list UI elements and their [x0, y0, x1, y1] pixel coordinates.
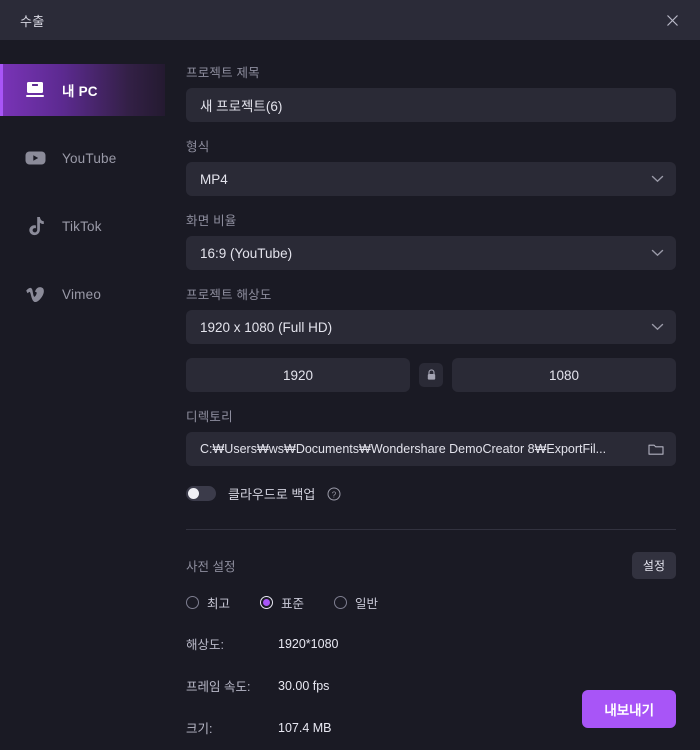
format-label: 형식 — [186, 140, 210, 154]
project-title-input[interactable]: 새 프로젝트(6) — [186, 88, 676, 122]
sidebar-item-label: Vimeo — [62, 286, 102, 302]
chevron-down-icon — [651, 175, 664, 183]
dimensions-row: 1920 1080 — [186, 358, 676, 392]
project-resolution-select[interactable]: 1920 x 1080 (Full HD) — [186, 310, 676, 344]
preset-option-label: 표준 — [281, 597, 305, 611]
section-divider — [186, 529, 676, 530]
radio-icon — [334, 596, 348, 609]
directory-label: 디렉토리 — [186, 410, 233, 424]
svg-text:?: ? — [332, 490, 337, 499]
sidebar-item-my-pc[interactable]: 내 PC — [0, 64, 165, 116]
info-key: 크기: — [186, 722, 213, 736]
preset-option-label: 일반 — [355, 597, 379, 611]
dialog-title: 수출 — [20, 13, 45, 29]
info-value: 107.4 MB — [278, 720, 332, 735]
youtube-icon — [24, 147, 46, 169]
lock-icon[interactable] — [419, 363, 443, 387]
preset-option-normal[interactable]: 일반 — [334, 593, 378, 612]
directory-field[interactable]: C:₩Users₩ws₩Documents₩Wondershare DemoCr… — [186, 432, 676, 466]
info-key: 프레임 속도: — [186, 680, 251, 694]
vimeo-icon — [24, 283, 46, 305]
sidebar-item-label: 내 PC — [62, 84, 98, 99]
titlebar: 수출 — [0, 0, 700, 40]
monitor-icon — [24, 79, 46, 101]
width-input[interactable]: 1920 — [186, 358, 410, 392]
aspect-ratio-value: 16:9 (YouTube) — [200, 245, 293, 261]
aspect-ratio-label: 화면 비율 — [186, 214, 237, 228]
preset-option-best[interactable]: 최고 — [186, 593, 230, 612]
directory-path: C:₩Users₩ws₩Documents₩Wondershare DemoCr… — [200, 442, 607, 456]
export-form: 프로젝트 제목 새 프로젝트(6) 형식 MP4 화면 비율 16:9 (You… — [165, 40, 700, 750]
sidebar-item-tiktok[interactable]: TikTok — [0, 200, 165, 252]
info-value: 1920*1080 — [278, 636, 339, 651]
radio-icon — [186, 596, 199, 609]
export-dialog: 수출 내 PC YouTube TikTok Vimeo 프로젝트 제목 새 프… — [0, 0, 700, 750]
project-title-label: 프로젝트 제목 — [186, 66, 260, 80]
cloud-backup-row: 클라우드로 백업 ? — [186, 484, 676, 503]
preset-radio-group: 최고 표준 일반 — [186, 593, 676, 612]
close-icon[interactable] — [658, 6, 686, 34]
chevron-down-icon — [651, 249, 664, 257]
radio-icon-selected — [260, 596, 274, 609]
cloud-backup-toggle[interactable] — [186, 486, 216, 501]
dialog-body: 내 PC YouTube TikTok Vimeo 프로젝트 제목 새 프로젝트… — [0, 40, 700, 750]
height-input[interactable]: 1080 — [452, 358, 676, 392]
info-value: 30.00 fps — [278, 678, 330, 693]
preset-option-standard[interactable]: 표준 — [260, 593, 304, 612]
preset-title: 사전 설정 — [186, 560, 236, 574]
sidebar-item-youtube[interactable]: YouTube — [0, 132, 165, 184]
settings-button[interactable]: 설정 — [631, 552, 676, 579]
project-resolution-label: 프로젝트 해상도 — [186, 288, 272, 302]
preset-option-label: 최고 — [207, 597, 231, 611]
sidebar-item-label: TikTok — [62, 218, 102, 234]
sidebar-item-label: YouTube — [62, 150, 117, 166]
sidebar-item-vimeo[interactable]: Vimeo — [0, 268, 165, 320]
help-circle-icon[interactable]: ? — [327, 487, 341, 501]
chevron-down-icon — [651, 323, 664, 331]
cloud-backup-label: 클라우드로 백업 — [228, 487, 316, 502]
aspect-ratio-select[interactable]: 16:9 (YouTube) — [186, 236, 676, 270]
export-button[interactable]: 내보내기 — [582, 690, 676, 728]
format-select[interactable]: MP4 — [186, 162, 676, 196]
toggle-knob — [188, 488, 199, 499]
tiktok-icon — [24, 215, 46, 237]
preset-header: 사전 설정 설정 — [186, 552, 676, 579]
format-value: MP4 — [200, 171, 228, 187]
info-row-resolution: 해상도: 1920*1080 — [186, 634, 676, 653]
project-resolution-value: 1920 x 1080 (Full HD) — [200, 319, 333, 335]
sidebar: 내 PC YouTube TikTok Vimeo — [0, 40, 165, 750]
folder-icon[interactable] — [648, 442, 664, 456]
info-key: 해상도: — [186, 638, 224, 652]
